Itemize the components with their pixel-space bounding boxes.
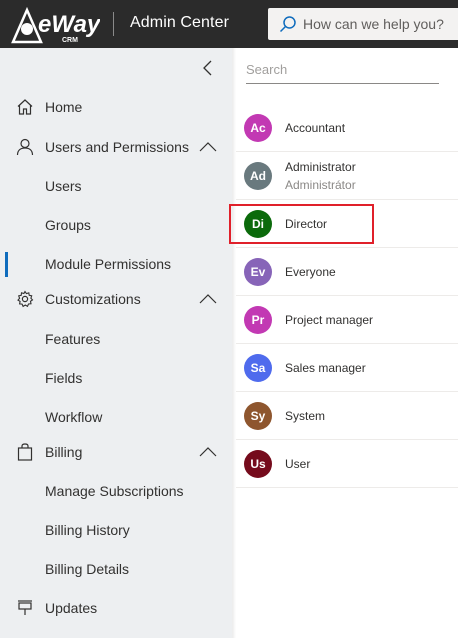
eway-logo[interactable]: eWay CRM [10,6,100,44]
sidebar-item-billing[interactable]: Billing [0,433,232,471]
list-item[interactable]: Us User [236,440,458,488]
person-icon [16,138,34,156]
avatar: Ad [244,162,272,190]
list-item[interactable]: Sa Sales manager [236,344,458,392]
group-name: Sales manager [285,361,366,375]
search-icon [279,16,296,33]
list-item[interactable]: Pr Project manager [236,296,458,344]
sidebar-item-customizations[interactable]: Customizations [0,280,232,318]
sidebar-item-label: Manage Subscriptions [45,483,184,499]
avatar: Pr [244,306,272,334]
sidebar-item-billing-details[interactable]: Billing Details [0,550,232,588]
list-item[interactable]: Sy System [236,392,458,440]
group-search[interactable] [246,56,439,84]
group-subtitle: Administrátor [285,178,356,192]
home-icon [17,99,33,115]
list-item[interactable]: Ev Everyone [236,248,458,296]
group-name: User [285,457,311,471]
sidebar-item-label: Home [45,99,83,115]
sidebar-item-updates[interactable]: Updates [0,589,232,627]
selection-highlight [229,204,374,244]
list-item[interactable]: Ad Administrator Administrátor [236,152,458,200]
sidebar-item-manage-subscriptions[interactable]: Manage Subscriptions [0,472,232,510]
sidebar-item-label: Users [45,178,82,194]
top-bar: eWay CRM Admin Center [0,0,458,48]
sidebar-item-features[interactable]: Features [0,320,232,358]
sidebar-item-module-permissions[interactable]: Module Permissions [0,245,232,283]
group-name: Everyone [285,265,336,279]
sidebar-item-users[interactable]: Users [0,167,232,205]
sidebar-item-label: Groups [45,217,91,233]
avatar: Us [244,450,272,478]
app-title: Admin Center [130,14,230,31]
sidebar-item-label: Customizations [45,291,141,307]
active-indicator [5,252,8,277]
sidebar-item-label: Fields [45,370,83,386]
sidebar-item-label: Features [45,331,101,347]
sidebar-item-label: Billing [45,444,83,460]
sidebar-item-label: Updates [45,600,98,616]
chevron-up-icon[interactable] [199,141,217,153]
sidebar-item-workflow[interactable]: Workflow [0,398,232,436]
help-search-input[interactable] [303,8,458,40]
group-name: Project manager [285,313,374,327]
shopping-bag-icon [17,443,33,461]
help-search-box[interactable] [268,8,458,40]
group-name: Administrator [285,160,356,174]
group-name: System [285,409,326,423]
sidebar-item-label: Module Permissions [45,256,172,272]
sidebar-nav: Home Users and Permissions Users Groups … [0,48,232,638]
sidebar-item-label: Workflow [45,409,103,425]
sidebar-item-label: Users and Permissions [45,139,189,155]
upload-icon [18,600,32,615]
sidebar-item-groups[interactable]: Groups [0,206,232,244]
group-name: Accountant [285,121,346,135]
sidebar-item-billing-history[interactable]: Billing History [0,511,232,549]
sidebar-item-label: Billing History [45,522,130,538]
avatar: Sa [244,354,272,382]
avatar: Ev [244,258,272,286]
logo-sub-text: CRM [62,37,78,44]
sidebar-item-label: Billing Details [45,561,130,577]
gear-icon [17,290,34,308]
sidebar-item-fields[interactable]: Fields [0,359,232,397]
avatar: Sy [244,402,272,430]
logo-divider [113,12,114,36]
group-search-input[interactable] [246,56,439,82]
sidebar-item-home[interactable]: Home [0,88,232,126]
chevron-up-icon[interactable] [199,293,217,305]
chevron-left-icon[interactable] [198,58,218,78]
sidebar-item-users-and-permissions[interactable]: Users and Permissions [0,128,232,166]
avatar: Ac [244,114,272,142]
logo-text: eWay [38,11,100,38]
chevron-up-icon[interactable] [199,446,217,458]
list-item[interactable]: Ac Accountant [236,104,458,152]
